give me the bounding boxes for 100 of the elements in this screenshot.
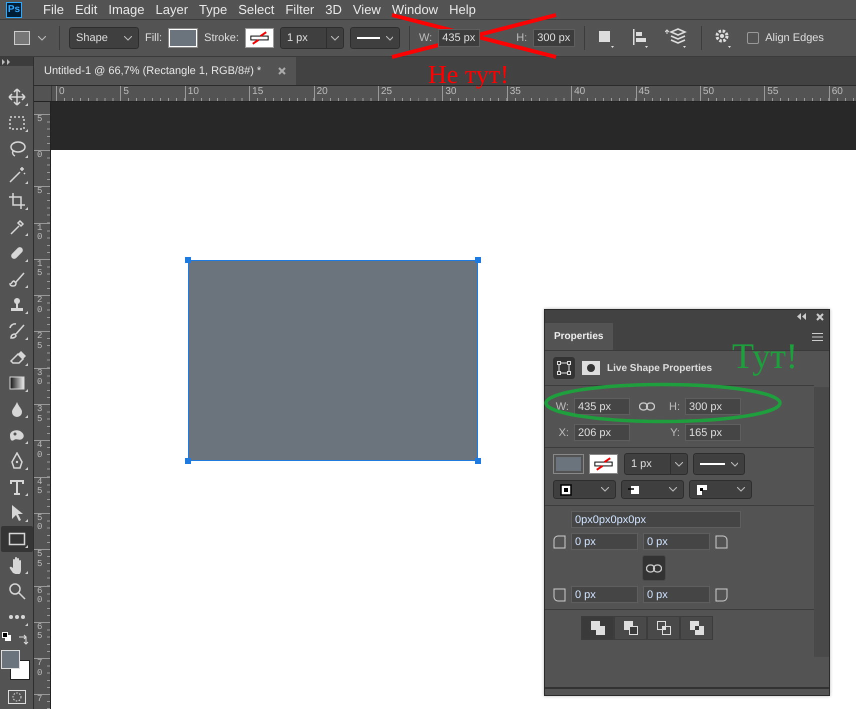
ruler-label: 40 bbox=[574, 86, 586, 97]
align-edges-checkbox[interactable]: Align Edges bbox=[747, 32, 824, 44]
ruler-label: 30 bbox=[37, 368, 42, 388]
bounding-box-icon bbox=[557, 361, 571, 375]
menu-item[interactable]: File bbox=[43, 2, 64, 17]
caret-icon bbox=[737, 487, 745, 492]
mode-dropdown[interactable]: Shape bbox=[69, 27, 139, 49]
stroke-style-dropdown[interactable] bbox=[350, 27, 400, 49]
menu-item[interactable]: Layer bbox=[156, 2, 188, 17]
corner-join-icon bbox=[696, 484, 708, 496]
mask-button[interactable] bbox=[582, 361, 600, 375]
properties-tab[interactable]: Properties bbox=[545, 323, 614, 350]
ruler-label: 15 bbox=[37, 260, 42, 279]
menu-item[interactable]: Image bbox=[108, 2, 144, 17]
brush-icon bbox=[8, 322, 26, 340]
document-tab[interactable]: Untitled-1 @ 66,7% (Rectangle 1, RGB/8#) * bbox=[34, 57, 296, 85]
exclude-shapes-icon bbox=[690, 621, 704, 635]
layers-icon bbox=[665, 28, 690, 48]
subtract-shapes-icon bbox=[624, 621, 638, 635]
transform-button[interactable] bbox=[553, 357, 575, 379]
width-field[interactable]: 435 px bbox=[574, 398, 630, 415]
height-label: H: bbox=[516, 32, 528, 44]
menu-item[interactable]: Filter bbox=[285, 2, 314, 17]
stroke-label: Stroke: bbox=[204, 32, 239, 44]
height-field[interactable]: 300 px bbox=[685, 398, 741, 415]
ruler-label: 25 bbox=[37, 332, 42, 352]
fill-label: Fill: bbox=[145, 32, 162, 44]
height-field[interactable]: 300 px bbox=[533, 29, 576, 47]
stroke-style-dropdown[interactable] bbox=[693, 453, 745, 475]
height-label: H: bbox=[668, 400, 680, 412]
caret-icon bbox=[330, 36, 339, 40]
ruler-label: 65 bbox=[37, 622, 42, 642]
quick-mask-icon[interactable] bbox=[8, 690, 26, 704]
collapse-icon[interactable] bbox=[797, 313, 806, 320]
tool-button[interactable] bbox=[0, 526, 32, 552]
expand-icon bbox=[2, 58, 12, 64]
fill-swatch[interactable] bbox=[168, 28, 198, 48]
line-cap-dropdown[interactable] bbox=[621, 480, 684, 499]
scrollbar[interactable] bbox=[814, 387, 829, 657]
section-title: Live Shape Properties bbox=[607, 362, 712, 374]
menu-item[interactable]: Window bbox=[392, 2, 438, 17]
gradient-icon bbox=[8, 374, 26, 392]
menu-item[interactable]: Help bbox=[449, 2, 476, 17]
path-operation-button[interactable] bbox=[647, 616, 680, 640]
default-colors-icon bbox=[2, 632, 12, 642]
ruler-label: 10 bbox=[37, 224, 42, 242]
app-logo: Ps bbox=[6, 2, 22, 18]
swap-colors-icon bbox=[18, 634, 28, 645]
path-operation-button[interactable] bbox=[614, 616, 647, 640]
link-icon[interactable] bbox=[639, 402, 655, 411]
stroke-align-dropdown[interactable] bbox=[553, 480, 616, 499]
rounded-corner-icon bbox=[715, 588, 728, 602]
rounded-corner-icon bbox=[715, 534, 728, 548]
width-field[interactable]: 435 px bbox=[438, 29, 480, 47]
fill-swatch[interactable] bbox=[553, 454, 584, 474]
path-operation-button[interactable] bbox=[680, 616, 713, 640]
link-icon bbox=[646, 564, 662, 572]
ruler-label: 7 bbox=[37, 695, 42, 705]
combine-shapes-icon bbox=[590, 621, 604, 635]
caret-icon bbox=[386, 36, 393, 40]
y-field[interactable]: 165 px bbox=[685, 424, 741, 441]
ruler-label: 45 bbox=[638, 86, 650, 97]
eraser-icon bbox=[8, 348, 26, 366]
corner-radius-field[interactable]: 0 px bbox=[571, 533, 638, 550]
x-field[interactable]: 206 px bbox=[574, 424, 630, 441]
menu-item[interactable]: Edit bbox=[74, 2, 98, 17]
lasso-icon bbox=[8, 140, 26, 158]
ruler-label: 45 bbox=[37, 478, 42, 497]
corner-radius-field[interactable]: 0 px bbox=[643, 586, 710, 603]
stroke-swatch[interactable] bbox=[244, 28, 274, 48]
search-icon bbox=[8, 582, 26, 600]
menu-item[interactable]: View bbox=[352, 2, 381, 17]
close-icon[interactable] bbox=[816, 312, 824, 320]
menu-icon[interactable] bbox=[812, 332, 823, 340]
stroke-width-field[interactable]: 1 px bbox=[624, 453, 688, 475]
stroke-width-field[interactable]: 1 px bbox=[280, 27, 344, 49]
corner-radius-summary-field[interactable]: 0px0px0px0px bbox=[571, 511, 741, 528]
annotation-text: Не тут! bbox=[428, 62, 509, 88]
corner-radius-field[interactable]: 0 px bbox=[571, 586, 638, 603]
line-cap-icon bbox=[628, 484, 640, 496]
stroke-swatch[interactable] bbox=[589, 454, 618, 474]
eyedropper-icon bbox=[8, 218, 26, 236]
caret-icon bbox=[124, 36, 132, 40]
ruler-label: 60 bbox=[37, 586, 42, 606]
rounded-corner-icon bbox=[553, 534, 566, 548]
more-icon bbox=[8, 615, 24, 619]
ruler-label: 70 bbox=[37, 659, 42, 678]
close-icon[interactable] bbox=[278, 67, 286, 75]
menu-item[interactable]: 3D bbox=[325, 2, 342, 17]
corner-type-dropdown[interactable] bbox=[689, 480, 752, 499]
menu-item[interactable]: Select bbox=[238, 2, 274, 17]
menu-item[interactable]: Type bbox=[199, 2, 228, 17]
path-operation-button[interactable] bbox=[581, 616, 614, 640]
color-swatches[interactable] bbox=[0, 650, 28, 679]
ruler-label: 35 bbox=[37, 405, 42, 424]
move-icon bbox=[8, 88, 26, 106]
ruler-label: 0 bbox=[59, 86, 65, 97]
rectangle-icon bbox=[14, 31, 30, 45]
corner-radius-field[interactable]: 0 px bbox=[643, 533, 710, 550]
link-button[interactable] bbox=[642, 555, 666, 581]
